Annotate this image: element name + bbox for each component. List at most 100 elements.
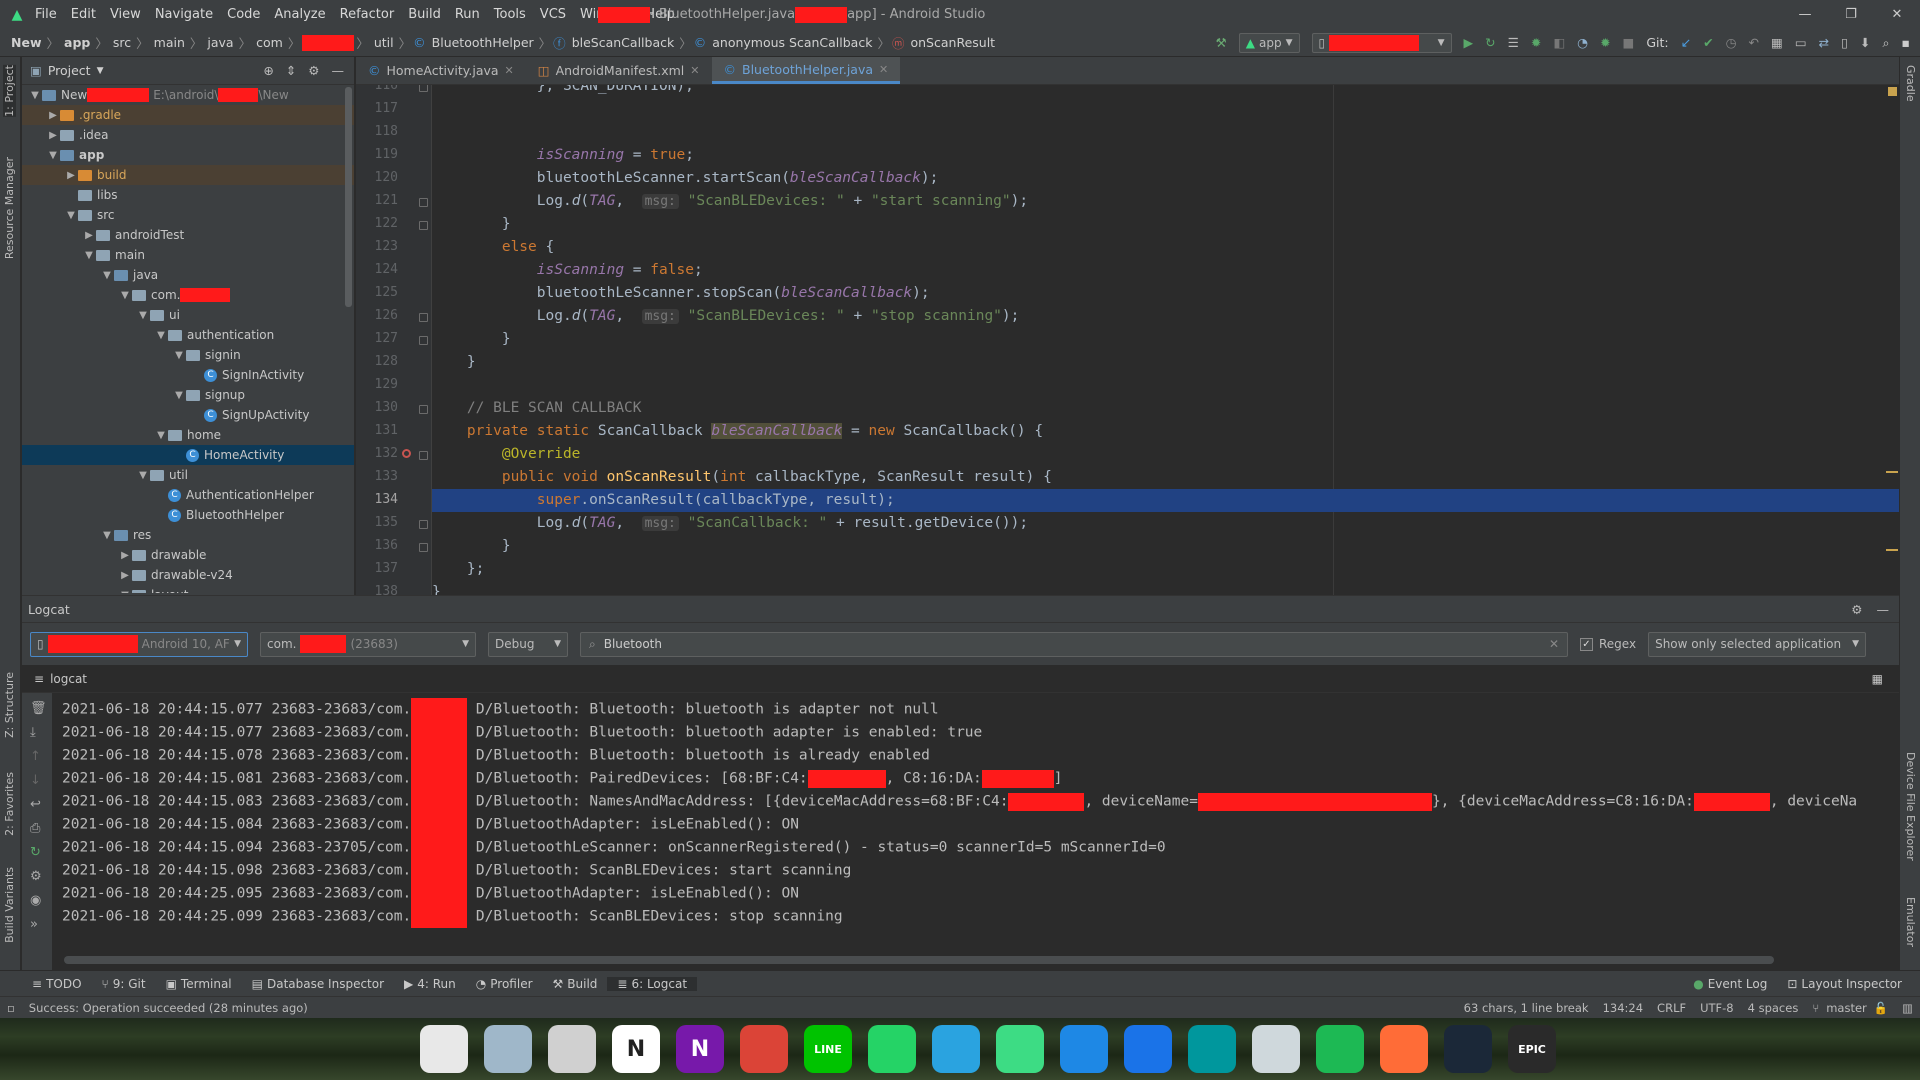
snipping-tool-icon[interactable] xyxy=(548,1025,596,1073)
chevron-right-icon[interactable]: ▶ xyxy=(82,230,96,241)
logcat-tab-label[interactable]: logcat xyxy=(50,672,87,686)
menu-tools[interactable]: Tools xyxy=(487,7,533,22)
gradle-tab[interactable]: Gradle xyxy=(1904,65,1917,102)
close-tab-icon[interactable]: ✕ xyxy=(505,64,514,77)
chevron-down-icon[interactable]: ▼ xyxy=(136,310,150,321)
tree-item[interactable]: ▶ drawable-v24 xyxy=(22,565,354,585)
notion-icon[interactable]: N xyxy=(612,1025,660,1073)
tool-window-button[interactable]: ● Event Log xyxy=(1683,977,1777,991)
emulator-tab[interactable]: Emulator xyxy=(1904,897,1917,947)
profile-icon[interactable]: ◔ xyxy=(1577,35,1588,50)
process-filter-select[interactable]: com. (23683) ▼ xyxy=(260,631,476,657)
tree-item[interactable]: ▼ authentication xyxy=(22,325,354,345)
override-marker-icon[interactable] xyxy=(402,449,411,458)
indent-setting[interactable]: 4 spaces xyxy=(1741,1001,1806,1015)
tree-item[interactable]: ▼ src xyxy=(22,205,354,225)
account-icon[interactable]: ▪ xyxy=(1902,35,1910,50)
collapse-all-icon[interactable]: ⇕ xyxy=(286,63,296,78)
tree-item[interactable]: ▶ .idea xyxy=(22,125,354,145)
tree-item[interactable]: ▶ androidTest xyxy=(22,225,354,245)
editor-tab[interactable]: © BluetoothHelper.java ✕ xyxy=(711,57,901,84)
clear-logcat-icon[interactable]: 🗑 xyxy=(30,701,47,716)
fold-marker-icon[interactable] xyxy=(419,336,428,345)
warning-mark[interactable] xyxy=(1886,471,1898,473)
spotify-icon[interactable] xyxy=(1316,1025,1364,1073)
tree-item[interactable]: ▼ com. xyxy=(22,285,354,305)
tool-window-button[interactable]: ⚒ Build xyxy=(543,977,608,991)
tool-window-button[interactable]: ▣ Terminal xyxy=(156,977,242,991)
close-tab-icon[interactable]: ✕ xyxy=(879,63,888,76)
tree-item[interactable]: ▶ drawable xyxy=(22,545,354,565)
tree-item[interactable]: ▼ ui xyxy=(22,305,354,325)
chevron-down-icon[interactable]: ▼ xyxy=(46,150,60,161)
favorites-tab[interactable]: 2: Favorites xyxy=(3,772,16,836)
gear-icon[interactable]: ⚙ xyxy=(1851,602,1862,617)
sync-icon[interactable]: ⇄ xyxy=(1819,35,1829,50)
project-tree-scrollbar[interactable] xyxy=(345,87,352,307)
maps-icon[interactable] xyxy=(1124,1025,1172,1073)
breadcrumb-item[interactable]: BluetoothHelper xyxy=(429,35,537,50)
breadcrumb-item[interactable]: onScanResult xyxy=(907,35,998,50)
tool-window-button[interactable]: ⑂ 9: Git xyxy=(92,977,156,991)
fold-marker-icon[interactable] xyxy=(419,198,428,207)
restart-icon[interactable]: ↻ xyxy=(30,845,41,860)
menu-view[interactable]: View xyxy=(103,7,148,22)
project-tool-tab[interactable]: 1: Project xyxy=(3,65,16,117)
chevron-down-icon[interactable]: ▼ xyxy=(64,210,78,221)
device-file-explorer-tab[interactable]: Device File Explorer xyxy=(1904,752,1917,861)
analysis-status-icon[interactable] xyxy=(1888,87,1897,96)
whatsapp-icon[interactable] xyxy=(868,1025,916,1073)
breadcrumb-item[interactable]: New xyxy=(8,35,45,50)
git-update-icon[interactable]: ↙ xyxy=(1681,35,1691,50)
tree-item[interactable]: ▶ build xyxy=(22,165,354,185)
clock-icon[interactable] xyxy=(420,1025,468,1073)
tool-window-button[interactable]: ▤ Database Inspector xyxy=(242,977,394,991)
breadcrumb-item[interactable]: util xyxy=(371,35,397,50)
tool-window-button[interactable]: ⊡ Layout Inspector xyxy=(1777,977,1912,991)
chevron-down-icon[interactable]: ▼ xyxy=(97,66,104,76)
chevron-down-icon[interactable]: ▼ xyxy=(82,250,96,261)
menu-edit[interactable]: Edit xyxy=(64,7,103,22)
up-icon[interactable]: ↑ xyxy=(30,749,41,764)
git-branch[interactable]: master xyxy=(1826,1001,1867,1015)
logcat-horizontal-scrollbar[interactable] xyxy=(64,956,1774,964)
tool-window-button[interactable]: ≡ TODO xyxy=(22,977,92,991)
settings-icon[interactable]: ⚙ xyxy=(30,869,42,884)
chevron-right-icon[interactable]: ▶ xyxy=(46,110,60,121)
down-icon[interactable]: ↓ xyxy=(30,773,41,788)
breadcrumb-item[interactable]: com xyxy=(253,35,286,50)
tree-item[interactable]: C SignUpActivity xyxy=(22,405,354,425)
screenshot-icon[interactable]: ◉ xyxy=(30,893,41,908)
breadcrumb-item[interactable]: anonymous ScanCallback xyxy=(709,35,875,50)
scroll-to-end-icon[interactable]: ⤓ xyxy=(30,725,36,740)
chevron-down-icon[interactable]: ▼ xyxy=(100,270,114,281)
device-select[interactable]: ▯ ▼ xyxy=(1311,32,1452,53)
warning-mark[interactable] xyxy=(1886,549,1898,551)
tree-item[interactable]: ▼ New E:\android\ \New xyxy=(22,85,354,105)
tree-item[interactable]: ▼ layout xyxy=(22,585,354,593)
chevron-right-icon[interactable]: ▶ xyxy=(118,550,132,561)
chevron-down-icon[interactable]: ▼ xyxy=(118,290,132,301)
caret-position[interactable]: 134:24 xyxy=(1596,1001,1650,1015)
tree-item[interactable]: C SignInActivity xyxy=(22,365,354,385)
tree-item[interactable]: ▼ home xyxy=(22,425,354,445)
memory-indicator-icon[interactable]: ▥ xyxy=(1895,1001,1920,1015)
chrome-icon[interactable] xyxy=(740,1025,788,1073)
sdk-manager-icon[interactable]: ⬇ xyxy=(1860,35,1870,50)
tree-item[interactable]: ▼ res xyxy=(22,525,354,545)
chevron-right-icon[interactable]: ▶ xyxy=(64,170,78,181)
menu-refactor[interactable]: Refactor xyxy=(333,7,402,22)
coverage-icon[interactable]: ◧ xyxy=(1553,35,1565,50)
close-button[interactable]: ✕ xyxy=(1874,0,1920,29)
tree-item[interactable]: C AuthenticationHelper xyxy=(22,485,354,505)
android-studio-icon[interactable] xyxy=(996,1025,1044,1073)
fold-marker-icon[interactable] xyxy=(419,221,428,230)
menu-code[interactable]: Code xyxy=(220,7,267,22)
tool-window-button[interactable]: ▶ 4: Run xyxy=(394,977,466,991)
gear-icon[interactable]: ⚙ xyxy=(308,63,319,78)
status-message[interactable]: Success: Operation succeeded (28 minutes… xyxy=(22,1001,315,1015)
fold-marker-icon[interactable] xyxy=(419,313,428,322)
tree-item[interactable]: ▼ util xyxy=(22,465,354,485)
hammer-icon[interactable]: ⚒ xyxy=(1216,35,1227,50)
checkbox-checked-icon[interactable]: ✓ xyxy=(1580,637,1593,651)
